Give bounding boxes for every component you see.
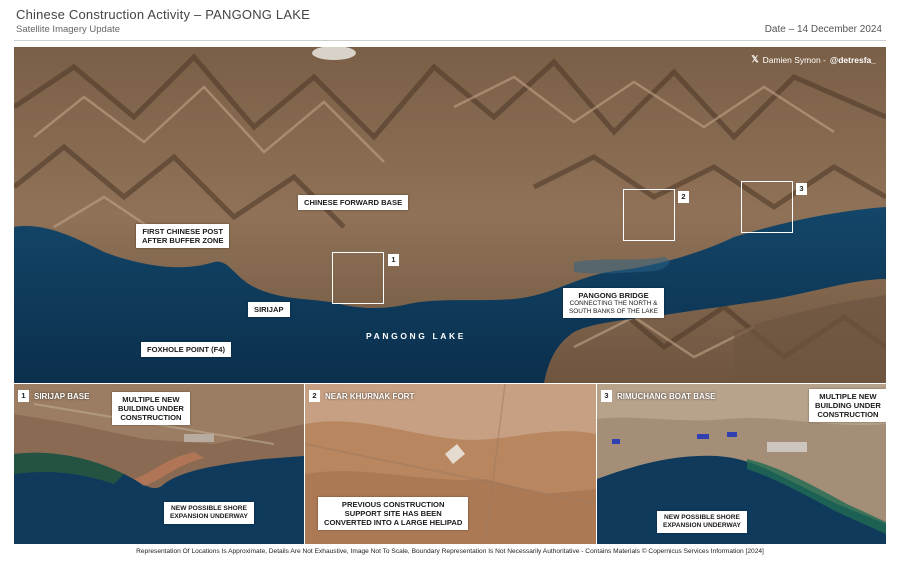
inset-1-callout-line3: CONSTRUCTION (120, 413, 182, 422)
page-subtitle: Satellite Imagery Update (16, 24, 121, 35)
inset-sirijap-base[interactable]: 1 SIRIJAP BASE MULTIPLE NEW BUILDING UND… (14, 384, 304, 544)
area-box-3[interactable] (741, 181, 793, 233)
callout-first-post-line1: FIRST CHINESE POST (142, 227, 223, 236)
inset-3-shore-line2: EXPANSION UNDERWAY (663, 522, 741, 529)
inset-2-callout-helipad: PREVIOUS CONSTRUCTION SUPPORT SITE HAS B… (318, 497, 469, 530)
page: Chinese Construction Activity – PANGONG … (0, 0, 900, 563)
callout-first-post-line2: AFTER BUFFER ZONE (142, 236, 224, 245)
inset-rimuchang-boat-base[interactable]: 3 RIMUCHANG BOAT BASE MULTIPLE NEW BUILD… (597, 384, 886, 544)
callout-forward-base: CHINESE FORWARD BASE (298, 195, 409, 210)
inset-3-callout-shore: NEW POSSIBLE SHORE EXPANSION UNDERWAY (657, 511, 747, 533)
date-label: Date – 14 December 2024 (764, 24, 882, 35)
area-box-2-number: 2 (678, 191, 689, 203)
area-box-2[interactable] (623, 189, 675, 241)
inset-1-title: SIRIJAP BASE (34, 391, 90, 401)
page-title: Chinese Construction Activity – PANGONG … (16, 7, 310, 22)
inset-1-callout-shore: NEW POSSIBLE SHORE EXPANSION UNDERWAY (164, 502, 254, 524)
inset-3-shore-line1: NEW POSSIBLE SHORE (664, 514, 740, 521)
satellite-map[interactable]: 𝕏 Damien Symon - @detresfa_ CHINESE FORW… (14, 47, 886, 383)
inset-2-callout-line2: SUPPORT SITE HAS BEEN (344, 509, 442, 518)
inset-1-callout-buildings: MULTIPLE NEW BUILDING UNDER CONSTRUCTION (112, 392, 190, 425)
inset-1-shore-line1: NEW POSSIBLE SHORE (171, 505, 247, 512)
inset-3-header: 3 RIMUCHANG BOAT BASE (601, 390, 716, 402)
inset-3-callout-line3: CONSTRUCTION (817, 410, 879, 419)
callout-bridge-sub2: SOUTH BANKS OF THE LAKE (569, 307, 659, 315)
inset-3-callout-line1: MULTIPLE NEW (819, 392, 877, 401)
inset-near-khurnak-fort[interactable]: 2 NEAR KHURNAK FORT PREVIOUS CONSTRUCTIO… (305, 384, 596, 544)
inset-3-number: 3 (601, 390, 612, 402)
inset-2-number: 2 (309, 390, 320, 402)
image-credit: 𝕏 Damien Symon - @detresfa_ (751, 54, 876, 65)
lake-label: PANGONG LAKE (366, 331, 466, 341)
inset-2-title: NEAR KHURNAK FORT (325, 391, 415, 401)
callout-sirijap: SIRIJAP (248, 302, 290, 317)
callout-bridge-sub1: CONNECTING THE NORTH & (569, 300, 658, 307)
inset-1-callout-line2: BUILDING UNDER (118, 404, 184, 413)
inset-1-header: 1 SIRIJAP BASE (18, 390, 89, 402)
header-divider (14, 40, 886, 41)
inset-2-callout-line1: PREVIOUS CONSTRUCTION (341, 500, 445, 509)
credit-handle: @detresfa_ (829, 54, 876, 65)
area-box-3-number: 3 (796, 183, 807, 195)
callout-foxhole: FOXHOLE POINT (F4) (141, 342, 232, 357)
inset-3-title: RIMUCHANG BOAT BASE (617, 391, 716, 401)
area-box-1[interactable] (332, 252, 384, 304)
disclaimer-footer: Representation Of Locations Is Approxima… (136, 548, 764, 555)
inset-3-callout-buildings: MULTIPLE NEW BUILDING UNDER CONSTRUCTION (809, 389, 886, 422)
credit-author: Damien Symon - (762, 54, 826, 65)
callout-pangong-bridge: PANGONG BRIDGE CONNECTING THE NORTH & SO… (563, 288, 665, 318)
inset-1-number: 1 (18, 390, 29, 402)
callout-bridge-title: PANGONG BRIDGE (578, 291, 649, 300)
inset-3-callout-line2: BUILDING UNDER (815, 401, 881, 410)
inset-2-header: 2 NEAR KHURNAK FORT (309, 390, 414, 402)
area-box-1-number: 1 (388, 254, 399, 266)
inset-2-callout-line3: CONVERTED INTO A LARGE HELIPAD (324, 518, 463, 527)
inset-1-shore-line2: EXPANSION UNDERWAY (170, 513, 248, 520)
inset-1-callout-line1: MULTIPLE NEW (122, 395, 180, 404)
callout-first-post: FIRST CHINESE POST AFTER BUFFER ZONE (136, 224, 230, 248)
x-logo-icon: 𝕏 (751, 54, 759, 64)
